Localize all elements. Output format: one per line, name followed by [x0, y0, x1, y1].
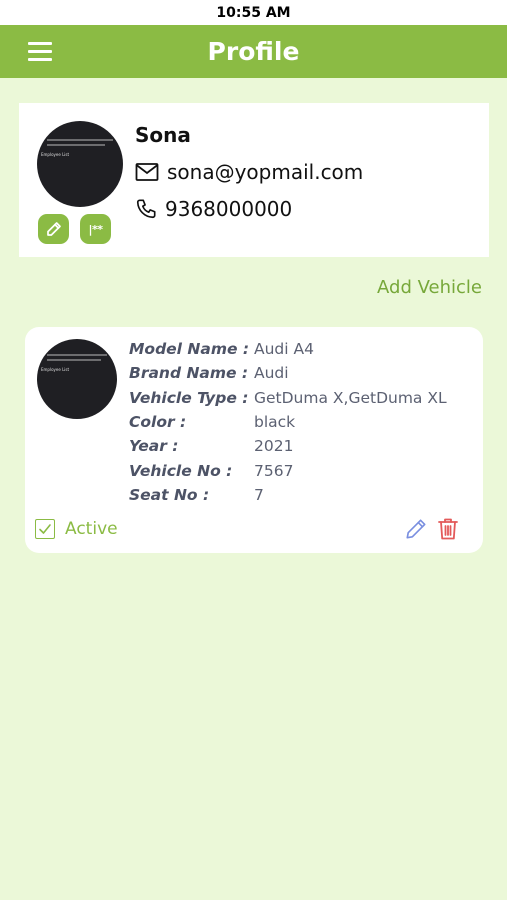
- spec-value: black: [254, 413, 296, 431]
- status-time: 10:55 AM: [216, 5, 291, 21]
- spec-row-model-name: Model Name : Audi A4: [129, 340, 314, 364]
- spec-row-brand-name: Brand Name : Audi: [129, 364, 289, 388]
- checkbox-box[interactable]: [35, 519, 55, 539]
- page-title: Profile: [207, 37, 300, 66]
- spec-value: 7567: [254, 462, 294, 480]
- envelope-icon: [135, 163, 159, 181]
- spec-value: 7: [254, 486, 264, 504]
- add-vehicle-link[interactable]: Add Vehicle: [377, 277, 482, 298]
- spec-row-year: Year : 2021: [129, 437, 293, 461]
- vehicle-image: Employee List: [37, 339, 117, 419]
- profile-card: Employee List |** Sona sona@yopmail.com …: [19, 103, 489, 257]
- password-icon: |**: [88, 222, 103, 236]
- profile-phone: 9368000000: [165, 197, 293, 221]
- edit-profile-button[interactable]: [38, 214, 69, 244]
- spec-label: Year :: [129, 437, 179, 455]
- spec-value: Audi: [254, 364, 289, 382]
- trash-icon: [438, 518, 458, 540]
- phone-icon: [136, 199, 156, 219]
- spec-row-color: Color : black: [129, 413, 295, 437]
- delete-vehicle-button[interactable]: [437, 517, 461, 541]
- avatar-caption: Employee List: [41, 152, 70, 157]
- email-row: sona@yopmail.com: [135, 160, 363, 184]
- profile-name: Sona: [135, 123, 191, 147]
- active-label: Active: [65, 519, 118, 539]
- avatar[interactable]: Employee List: [37, 121, 123, 207]
- app-bar: Profile: [0, 25, 507, 78]
- spec-label: Color :: [129, 413, 187, 431]
- vehicle-image-caption: Employee List: [41, 367, 70, 372]
- spec-row-vehicle-no: Vehicle No : 7567: [129, 462, 293, 486]
- vehicle-card: Employee List Model Name : Audi A4 Brand…: [25, 327, 483, 553]
- phone-row: 9368000000: [135, 197, 292, 221]
- spec-label: Vehicle No :: [129, 462, 233, 480]
- change-password-button[interactable]: |**: [80, 214, 111, 244]
- spec-value: Audi A4: [254, 340, 314, 358]
- status-bar: 10:55 AM: [0, 0, 507, 25]
- spec-value: 2021: [254, 437, 294, 455]
- checkmark-icon: [39, 524, 51, 534]
- pencil-icon: [406, 519, 426, 539]
- spec-value: GetDuma X,GetDuma XL: [254, 389, 447, 407]
- spec-label: Seat No :: [129, 486, 210, 504]
- edit-vehicle-button[interactable]: [405, 518, 429, 542]
- spec-label: Model Name :: [129, 340, 250, 358]
- active-checkbox[interactable]: Active: [35, 519, 118, 539]
- profile-email: sona@yopmail.com: [167, 160, 364, 184]
- pencil-icon: [46, 222, 61, 236]
- spec-label: Vehicle Type :: [129, 389, 249, 407]
- spec-label: Brand Name :: [129, 364, 249, 382]
- spec-row-seat-no: Seat No : 7: [129, 486, 264, 510]
- spec-row-vehicle-type: Vehicle Type : GetDuma X,GetDuma XL: [129, 389, 447, 413]
